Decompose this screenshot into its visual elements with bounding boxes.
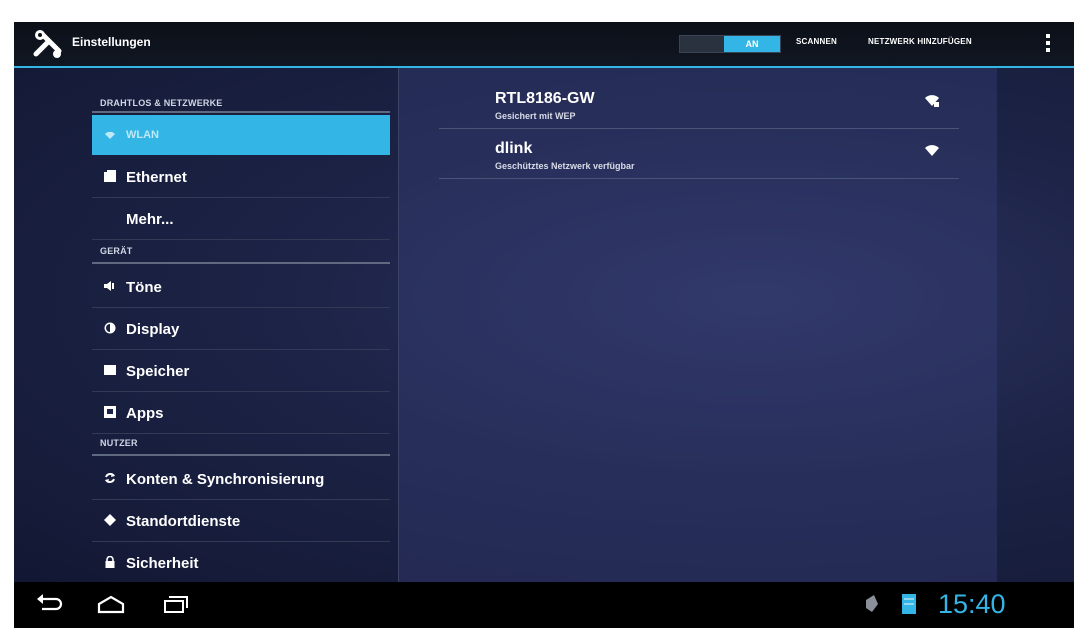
sidebar-item-label: Speicher bbox=[126, 363, 190, 380]
sidebar-item-security[interactable]: Sicherheit bbox=[92, 543, 390, 584]
app-title: Einstellungen bbox=[72, 35, 151, 49]
tablet-screen: Einstellungen AN SCANNEN NETZWERK HINZUF… bbox=[14, 22, 1074, 628]
scan-button[interactable]: SCANNEN bbox=[796, 37, 837, 46]
sidebar-item-storage[interactable]: Speicher bbox=[92, 351, 390, 392]
sidebar-item-label: WLAN bbox=[126, 129, 159, 141]
category-user: NUTZER bbox=[100, 438, 138, 448]
sidebar-item-label: Ethernet bbox=[126, 169, 187, 186]
network-ssid: dlink bbox=[495, 140, 533, 157]
location-icon bbox=[104, 514, 116, 526]
back-icon[interactable] bbox=[34, 592, 64, 616]
ethernet-icon bbox=[104, 170, 116, 182]
action-bar: Einstellungen AN SCANNEN NETZWERK HINZUF… bbox=[14, 22, 1074, 68]
category-device: GERÄT bbox=[100, 246, 133, 256]
overflow-menu-icon[interactable] bbox=[1042, 32, 1054, 56]
sidebar-item-label: Sicherheit bbox=[126, 555, 199, 572]
settings-content: DRAHTLOS & NETZWERKE WLAN Ethernet Mehr.… bbox=[14, 68, 1074, 584]
clock: 15:40 bbox=[938, 589, 1006, 619]
sidebar-item-label: Display bbox=[126, 321, 180, 338]
category-wireless: DRAHTLOS & NETZWERKE bbox=[100, 98, 223, 108]
wifi-toggle[interactable]: AN bbox=[679, 35, 781, 53]
display-icon bbox=[104, 322, 116, 334]
home-icon[interactable] bbox=[96, 592, 126, 616]
sidebar-item-ethernet[interactable]: Ethernet bbox=[92, 157, 390, 198]
network-status: Geschütztes Netzwerk verfügbar bbox=[495, 161, 635, 171]
storage-icon bbox=[104, 365, 116, 375]
wifi-network-list: RTL8186-GW Gesichert mit WEP dlink Gesch… bbox=[398, 68, 997, 582]
network-item[interactable]: RTL8186-GW Gesichert mit WEP bbox=[439, 80, 959, 129]
sidebar-item-sounds[interactable]: Töne bbox=[92, 267, 390, 308]
divider bbox=[92, 262, 390, 264]
sidebar-item-accounts-sync[interactable]: Konten & Synchronisierung bbox=[92, 459, 390, 500]
network-ssid: RTL8186-GW bbox=[495, 90, 595, 107]
settings-tools-icon[interactable] bbox=[32, 28, 64, 60]
wifi-signal-locked-icon bbox=[925, 95, 939, 107]
wifi-icon bbox=[105, 131, 115, 139]
apps-icon bbox=[104, 406, 116, 418]
divider bbox=[92, 454, 390, 456]
recent-apps-icon[interactable] bbox=[160, 592, 190, 616]
notification-icon[interactable] bbox=[862, 592, 882, 616]
sidebar-item-more[interactable]: Mehr... bbox=[92, 199, 390, 240]
settings-categories: DRAHTLOS & NETZWERKE WLAN Ethernet Mehr.… bbox=[92, 68, 398, 584]
network-status: Gesichert mit WEP bbox=[495, 111, 576, 121]
sidebar-item-wlan[interactable]: WLAN bbox=[92, 115, 390, 155]
sidebar-item-label: Standortdienste bbox=[126, 513, 241, 530]
sidebar-item-label: Töne bbox=[126, 279, 162, 296]
sidebar-item-label: Apps bbox=[126, 405, 164, 422]
sound-icon bbox=[104, 281, 114, 291]
network-item[interactable]: dlink Geschütztes Netzwerk verfügbar bbox=[439, 130, 959, 179]
divider bbox=[92, 111, 390, 113]
wifi-signal-icon bbox=[925, 145, 939, 156]
lock-icon bbox=[105, 556, 115, 568]
sync-icon bbox=[105, 473, 115, 483]
wifi-toggle-thumb: AN bbox=[724, 36, 780, 52]
sidebar-item-location[interactable]: Standortdienste bbox=[92, 501, 390, 542]
battery-icon bbox=[902, 594, 916, 614]
sidebar-item-label: Mehr... bbox=[126, 211, 174, 228]
system-navigation-bar: 15:40 bbox=[14, 582, 1074, 628]
add-network-button[interactable]: NETZWERK HINZUFÜGEN bbox=[868, 37, 972, 46]
sidebar-item-apps[interactable]: Apps bbox=[92, 393, 390, 434]
sidebar-item-label: Konten & Synchronisierung bbox=[126, 471, 325, 488]
sidebar-item-display[interactable]: Display bbox=[92, 309, 390, 350]
